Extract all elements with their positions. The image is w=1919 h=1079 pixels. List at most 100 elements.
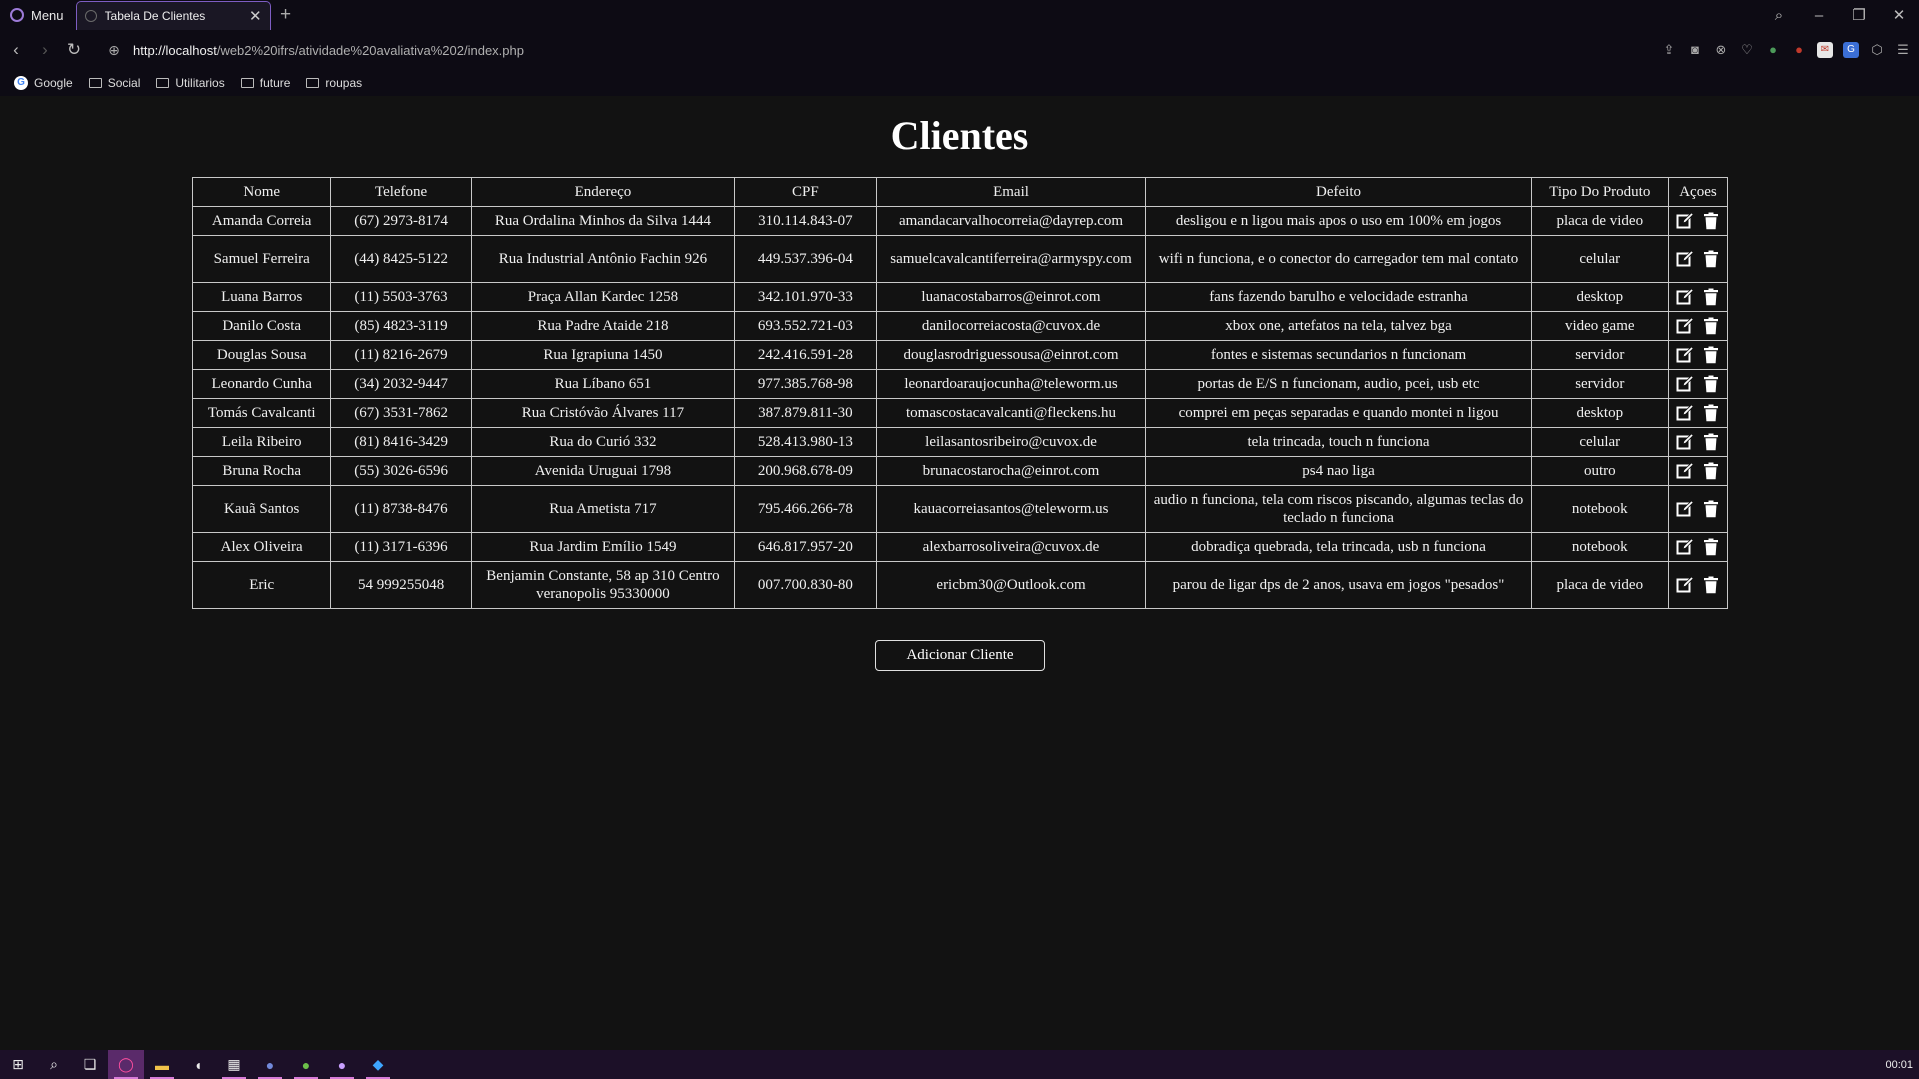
trash-icon[interactable] bbox=[1702, 317, 1720, 335]
discord-icon[interactable]: ● bbox=[252, 1050, 288, 1079]
photos-icon[interactable]: ▦ bbox=[216, 1050, 252, 1079]
edit-icon[interactable] bbox=[1676, 433, 1694, 451]
cell-acoes bbox=[1667, 235, 1729, 283]
cell-telefone: (44) 8425-5122 bbox=[330, 235, 472, 283]
header-tipo-produto: Tipo Do Produto bbox=[1530, 177, 1669, 207]
search-tabs-icon[interactable]: ⌕ bbox=[1759, 7, 1799, 24]
tab-tabela-de-clientes[interactable]: Tabela De Clientes ✕ bbox=[75, 1, 271, 30]
easy-setup-icon[interactable]: ☰ bbox=[1895, 42, 1911, 58]
edit-icon[interactable] bbox=[1676, 462, 1694, 480]
bookmark-utilitarios[interactable]: Utilitarios bbox=[156, 76, 225, 90]
cell-cpf: 449.537.396-04 bbox=[734, 235, 877, 283]
cell-acoes bbox=[1667, 398, 1729, 428]
cell-telefone: (11) 8216-2679 bbox=[330, 340, 472, 370]
tab-close-icon[interactable]: ✕ bbox=[249, 7, 262, 25]
url-field[interactable]: http://localhost/web2%20ifrs/atividade%2… bbox=[133, 43, 524, 58]
table-row: Bruna Rocha (55) 3026-6596 Avenida Uruguai… bbox=[191, 456, 1729, 486]
site-info-icon[interactable]: ⊕ bbox=[99, 42, 129, 59]
trash-icon[interactable] bbox=[1702, 250, 1720, 268]
browser-menu-button[interactable]: Menu bbox=[0, 0, 76, 30]
edit-icon[interactable] bbox=[1676, 250, 1694, 268]
trash-icon[interactable] bbox=[1702, 346, 1720, 364]
bookmark-label: Google bbox=[34, 76, 73, 90]
share-icon[interactable]: ⇪ bbox=[1661, 42, 1677, 58]
edit-icon[interactable] bbox=[1676, 500, 1694, 518]
close-window-icon[interactable]: ✕ bbox=[1879, 6, 1919, 24]
bookmark-future[interactable]: future bbox=[240, 76, 290, 90]
camera-icon[interactable]: ◙ bbox=[1687, 42, 1703, 58]
cell-cpf: 387.879.811-30 bbox=[734, 398, 877, 428]
bookmark-label: Utilitarios bbox=[175, 76, 225, 90]
folder-icon bbox=[306, 78, 320, 88]
table-row: Samuel Ferreira (44) 8425-5122 Rua Industr… bbox=[191, 235, 1729, 283]
github-icon[interactable]: ● bbox=[324, 1050, 360, 1079]
edit-icon[interactable] bbox=[1676, 375, 1694, 393]
back-icon[interactable]: ‹ bbox=[3, 40, 29, 60]
table-row: Alex Oliveira (11) 3171-6396 Rua Jardim Em… bbox=[191, 532, 1729, 562]
cell-tipo-produto: celular bbox=[1530, 427, 1669, 457]
task-view-icon[interactable]: ❏ bbox=[72, 1050, 108, 1079]
page-title: Clientes bbox=[890, 113, 1029, 158]
tracker-blocker-icon[interactable]: ⊗ bbox=[1713, 42, 1729, 58]
edit-icon[interactable] bbox=[1676, 538, 1694, 556]
cell-email: leilasantosribeiro@cuvox.de bbox=[875, 427, 1147, 457]
cell-endereco: Rua Ametista 717 bbox=[470, 485, 736, 533]
heart-icon[interactable]: ♡ bbox=[1739, 42, 1755, 58]
minimize-icon[interactable]: – bbox=[1799, 7, 1839, 24]
trash-icon[interactable] bbox=[1702, 212, 1720, 230]
forward-icon[interactable]: › bbox=[32, 40, 58, 60]
cell-tipo-produto: notebook bbox=[1530, 532, 1669, 562]
cell-acoes bbox=[1667, 340, 1729, 370]
translate-icon[interactable]: G bbox=[1843, 42, 1859, 58]
file-explorer-icon[interactable]: ▬ bbox=[144, 1050, 180, 1079]
add-client-button[interactable]: Adicionar Cliente bbox=[875, 640, 1045, 671]
ublock-icon[interactable]: ● bbox=[1791, 42, 1807, 58]
cell-cpf: 977.385.768-98 bbox=[734, 369, 877, 399]
edit-icon[interactable] bbox=[1676, 212, 1694, 230]
edit-icon[interactable] bbox=[1676, 288, 1694, 306]
search-icon[interactable]: ⌕ bbox=[36, 1050, 72, 1079]
edit-icon[interactable] bbox=[1676, 346, 1694, 364]
menu-label: Menu bbox=[31, 7, 64, 23]
header-cpf: CPF bbox=[734, 177, 877, 207]
cell-tipo-produto: outro bbox=[1530, 456, 1669, 486]
cell-acoes bbox=[1667, 485, 1729, 533]
cell-email: kauacorreiasantos@teleworm.us bbox=[875, 485, 1147, 533]
bookmark-google[interactable]: G Google bbox=[14, 76, 73, 90]
reload-icon[interactable]: ↻ bbox=[61, 40, 87, 60]
restore-icon[interactable]: ❐ bbox=[1839, 6, 1879, 24]
edit-icon[interactable] bbox=[1676, 317, 1694, 335]
trash-icon[interactable] bbox=[1702, 500, 1720, 518]
trash-icon[interactable] bbox=[1702, 375, 1720, 393]
url-path: /web2%20ifrs/atividade%20avaliativa%202/… bbox=[216, 42, 524, 58]
cell-endereco: Rua Igrapiuna 1450 bbox=[470, 340, 736, 370]
trash-icon[interactable] bbox=[1702, 538, 1720, 556]
extensions-cube-icon[interactable]: ⬡ bbox=[1869, 42, 1885, 58]
cell-acoes bbox=[1667, 311, 1729, 341]
windows-start-icon[interactable]: ⊞ bbox=[0, 1050, 36, 1079]
bookmark-social[interactable]: Social bbox=[88, 76, 140, 90]
cell-acoes bbox=[1667, 561, 1729, 609]
cell-tipo-produto: placa de video bbox=[1530, 206, 1669, 236]
new-tab-button[interactable]: + bbox=[271, 0, 301, 30]
trash-icon[interactable] bbox=[1702, 433, 1720, 451]
trash-icon[interactable] bbox=[1702, 462, 1720, 480]
table-row: Danilo Costa (85) 4823-3119 Rua Padre Atai… bbox=[191, 311, 1729, 341]
cell-nome: Alex Oliveira bbox=[191, 532, 332, 562]
cell-endereco: Rua do Curió 332 bbox=[470, 427, 736, 457]
extension-globe-icon[interactable]: ● bbox=[1765, 42, 1781, 58]
cell-endereco: Rua Líbano 651 bbox=[470, 369, 736, 399]
edit-icon[interactable] bbox=[1676, 576, 1694, 594]
cell-cpf: 342.101.970-33 bbox=[734, 282, 877, 312]
bookmark-roupas[interactable]: roupas bbox=[306, 76, 362, 90]
vscode-icon[interactable]: ◆ bbox=[360, 1050, 396, 1079]
edit-icon[interactable] bbox=[1676, 404, 1694, 422]
cell-cpf: 795.466.266-78 bbox=[734, 485, 877, 533]
audio-app-icon[interactable]: ◖ bbox=[180, 1050, 216, 1079]
trash-icon[interactable] bbox=[1702, 404, 1720, 422]
opera-gx-icon[interactable]: ◯ bbox=[108, 1050, 144, 1079]
trash-icon[interactable] bbox=[1702, 288, 1720, 306]
trash-icon[interactable] bbox=[1702, 576, 1720, 594]
xbox-icon[interactable]: ● bbox=[288, 1050, 324, 1079]
extension-mail-icon[interactable]: ✉ bbox=[1817, 42, 1833, 58]
